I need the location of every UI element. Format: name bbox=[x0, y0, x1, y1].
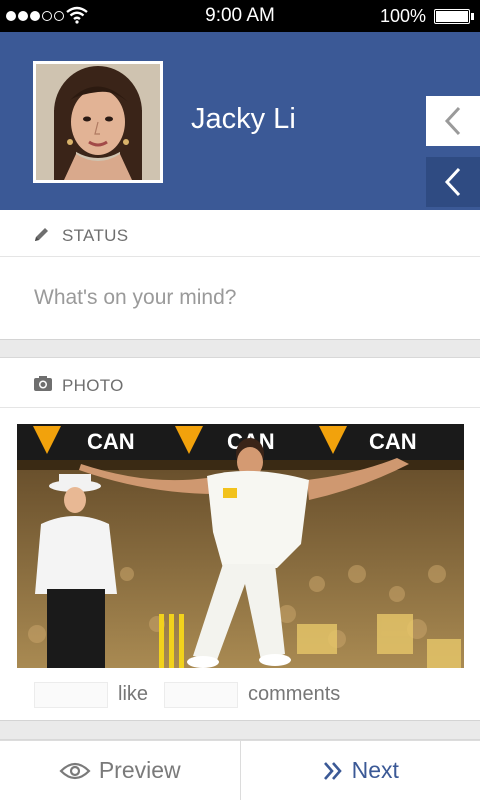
banner-text: CAN bbox=[369, 429, 417, 454]
photo-label: PHOTO bbox=[62, 376, 124, 395]
comments-label[interactable]: comments bbox=[248, 683, 340, 706]
section-divider bbox=[0, 720, 480, 740]
status-input[interactable] bbox=[0, 257, 480, 339]
status-bar: 9:00 AM 100% bbox=[0, 0, 480, 32]
engagement-row: like comments bbox=[0, 674, 480, 714]
collapse-tab-button[interactable] bbox=[426, 96, 480, 146]
preview-label: Preview bbox=[98, 757, 181, 783]
banner-text: CAN bbox=[87, 429, 135, 454]
status-section-header: STATUS bbox=[0, 211, 480, 257]
next-label: Next bbox=[351, 757, 399, 783]
bottom-action-bar: Preview Next bbox=[0, 740, 480, 800]
eye-icon bbox=[59, 762, 91, 779]
section-divider bbox=[0, 339, 480, 358]
next-button[interactable]: Next bbox=[241, 741, 480, 800]
post-photo[interactable]: CAN CAN CAN bbox=[17, 424, 464, 668]
back-tab-button[interactable] bbox=[426, 157, 480, 207]
battery-icon bbox=[434, 9, 470, 24]
chevron-left-icon bbox=[444, 167, 461, 197]
avatar[interactable] bbox=[33, 61, 163, 183]
camera-icon bbox=[34, 376, 52, 391]
like-count-box bbox=[34, 682, 108, 708]
profile-name: Jacky Li bbox=[191, 103, 296, 135]
comment-count-box bbox=[164, 682, 238, 708]
chevron-left-icon bbox=[444, 106, 461, 136]
status-label: STATUS bbox=[62, 226, 129, 245]
preview-button[interactable]: Preview bbox=[0, 741, 241, 800]
pencil-icon bbox=[35, 228, 48, 241]
photo-section-header: PHOTO bbox=[0, 360, 480, 408]
profile-header: Jacky Li bbox=[0, 32, 480, 210]
battery-percentage: 100% bbox=[379, 6, 426, 26]
double-chevron-right-icon bbox=[323, 761, 342, 780]
like-label[interactable]: like bbox=[118, 683, 148, 706]
